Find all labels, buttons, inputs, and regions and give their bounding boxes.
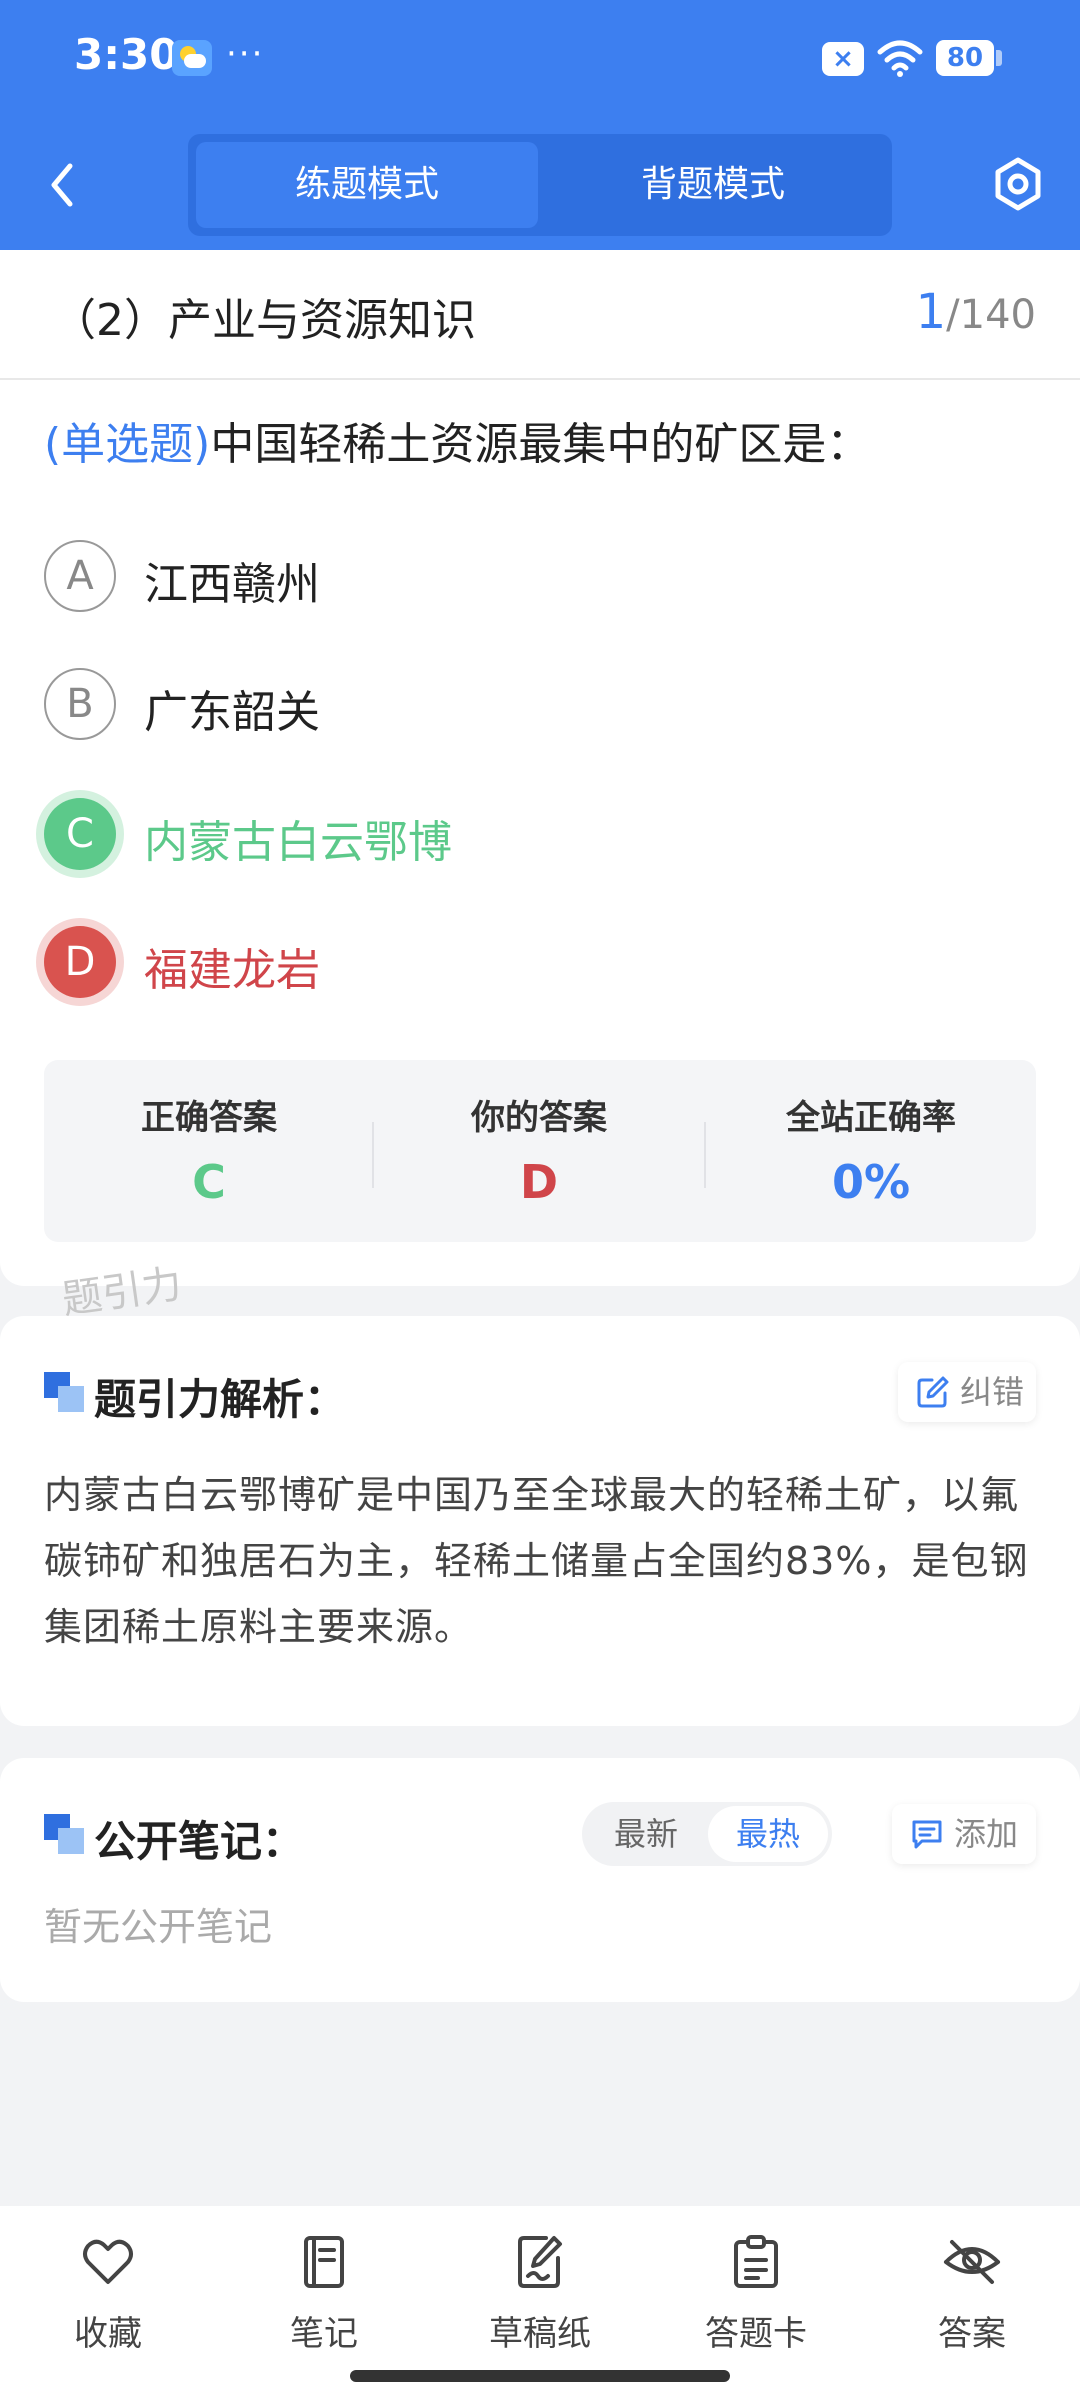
question-text: (单选题)中国轻稀土资源最集中的矿区是： [44, 408, 1044, 472]
mode-toggle: 练题模式 背题模式 [188, 134, 892, 236]
header: 3:30 ··· × 80 练题模式 背题模式 [0, 0, 1080, 250]
notebook-icon [304, 2236, 344, 2288]
option-letter: B [44, 668, 116, 740]
notes-title: 公开笔记： [94, 1817, 305, 1866]
option-text: 内蒙古白云鄂博 [144, 817, 452, 868]
add-note-label: 添加 [954, 1815, 1019, 1853]
correct-answer: 正确答案 C [44, 1060, 374, 1242]
nav-notes[interactable]: 笔记 [244, 2232, 404, 2362]
no-sim-icon: × [822, 42, 864, 76]
chevron-left-icon [51, 163, 73, 207]
site-accuracy: 全站正确率 0% [706, 1060, 1036, 1242]
site-accuracy-label: 全站正确率 [786, 1098, 956, 1138]
option-b[interactable]: B 广东韶关 [44, 664, 1024, 744]
analysis-title: 题引力解析： [94, 1375, 347, 1424]
nav-favorite[interactable]: 收藏 [28, 2232, 188, 2362]
option-d[interactable]: D 福建龙岩 [44, 922, 1024, 1002]
answer-summary: 正确答案 C 你的答案 D 全站正确率 0% [44, 1060, 1036, 1242]
nav-show-answer[interactable]: 答案 [892, 2232, 1052, 2362]
gear-icon [995, 157, 1041, 211]
tab-practice-mode[interactable]: 练题模式 [196, 142, 538, 228]
divider [0, 378, 1080, 380]
add-note-button[interactable]: 添加 [892, 1804, 1036, 1864]
option-a[interactable]: A 江西赣州 [44, 536, 1024, 616]
notes-empty-text: 暂无公开笔记 [44, 1905, 273, 1949]
site-accuracy-value: 0% [831, 1155, 911, 1209]
progress-total: /140 [946, 292, 1036, 338]
section-icon [44, 1372, 84, 1412]
settings-button[interactable] [986, 152, 1050, 216]
sort-newest[interactable]: 最新 [586, 1806, 706, 1862]
correct-answer-value: C [192, 1155, 226, 1209]
report-error-label: 纠错 [960, 1373, 1025, 1411]
analysis-text: 内蒙古白云鄂博矿是中国乃至全球最大的轻稀土矿，以氟碳铈矿和独居石为主，轻稀土储量… [44, 1473, 1029, 1649]
progress-current: 1 [915, 284, 947, 340]
notes-sort-toggle: 最新 最热 [582, 1802, 832, 1866]
nav-label: 笔记 [290, 2314, 358, 2354]
eye-off-icon [944, 2240, 1000, 2284]
my-answer-label: 你的答案 [471, 1098, 607, 1138]
battery-icon: 80 [936, 40, 1002, 76]
edit-icon [917, 1376, 949, 1408]
wifi-icon [877, 40, 923, 77]
my-answer: 你的答案 D [374, 1060, 704, 1242]
question-type: (单选题) [44, 419, 211, 470]
status-time: 3:30 [74, 30, 179, 79]
question-progress: 1/140 [916, 284, 1036, 340]
option-letter: C [44, 798, 116, 870]
home-indicator[interactable] [350, 2370, 730, 2382]
option-c[interactable]: C 内蒙古白云鄂博 [44, 794, 1024, 874]
weather-icon [172, 40, 212, 76]
more-notifications-icon: ··· [226, 34, 265, 74]
question-stem: 中国轻稀土资源最集中的矿区是： [210, 419, 871, 470]
sort-hottest[interactable]: 最热 [708, 1806, 828, 1862]
back-button[interactable] [36, 150, 92, 220]
nav-label: 答题卡 [705, 2314, 807, 2354]
option-letter: A [44, 540, 116, 612]
nav-scratch-paper[interactable]: 草稿纸 [460, 2232, 620, 2362]
option-text: 福建龙岩 [144, 945, 320, 996]
option-letter: D [44, 926, 116, 998]
nav-answer-sheet[interactable]: 答题卡 [676, 2232, 836, 2362]
nav-label: 答案 [938, 2314, 1006, 2354]
option-text: 江西赣州 [144, 559, 320, 610]
tab-memorize-mode[interactable]: 背题模式 [542, 142, 884, 228]
nav-label: 草稿纸 [489, 2314, 591, 2354]
section-title: （2）产业与资源知识 [52, 295, 476, 346]
comment-icon [912, 1820, 942, 1849]
correct-answer-label: 正确答案 [141, 1098, 277, 1138]
status-bar: 3:30 ··· × 80 [0, 0, 1080, 118]
nav-label: 收藏 [74, 2314, 142, 2354]
option-text: 广东韶关 [144, 687, 320, 738]
heart-icon [83, 2239, 133, 2284]
my-answer-value: D [519, 1155, 559, 1209]
clipboard-icon [734, 2235, 778, 2288]
notes-card [0, 1758, 1080, 2002]
section-icon [44, 1814, 84, 1854]
report-error-button[interactable]: 纠错 [898, 1362, 1036, 1422]
draft-icon [518, 2236, 562, 2288]
